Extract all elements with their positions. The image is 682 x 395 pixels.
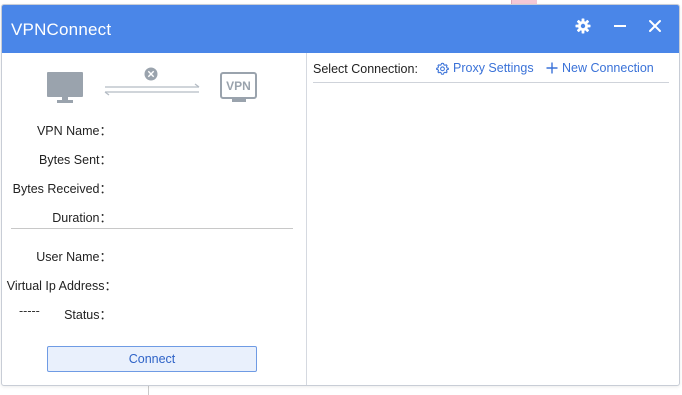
status-value: ----- — [19, 304, 40, 318]
connect-button[interactable]: Connect — [47, 346, 257, 372]
status-row: Status： ----- — [2, 304, 112, 322]
close-icon — [649, 20, 661, 32]
virtual-ip-row: Virtual Ip Address： — [2, 275, 117, 293]
select-connection-label: Select Connection: — [313, 62, 418, 76]
user-name-label: User Name： — [36, 250, 112, 264]
vpnconnect-window: VPN Connect VPN VPN Name： Bytes Sent： Byt… — [1, 4, 680, 386]
close-button[interactable] — [644, 15, 666, 37]
window-title: VPNConnect — [11, 20, 112, 39]
virtual-ip-label: Virtual Ip Address： — [6, 279, 117, 293]
connection-list[interactable] — [313, 84, 669, 375]
bytes-sent-label: Bytes Sent： — [39, 153, 112, 167]
plus-icon — [546, 62, 558, 74]
duration-label: Duration： — [52, 211, 112, 225]
gear-outline-icon — [436, 62, 449, 75]
vpn-name-row: VPN Name： — [2, 120, 112, 138]
vpn-server-icon: VPN — [220, 72, 257, 102]
minimize-icon — [614, 25, 626, 27]
new-connection-link[interactable]: New Connection — [546, 61, 654, 75]
vpn-name-label: VPN Name： — [36, 124, 112, 138]
status-panel: VPN VPN Name： Bytes Sent： Bytes Received… — [2, 53, 307, 385]
computer-icon — [47, 72, 83, 103]
gear-icon — [575, 18, 591, 34]
disconnected-icon — [144, 67, 158, 81]
bytes-sent-row: Bytes Sent： — [2, 149, 112, 167]
proxy-settings-link[interactable]: Proxy Settings — [436, 61, 534, 75]
connection-diagram: VPN — [47, 67, 257, 103]
connection-arrows — [104, 83, 200, 96]
section-divider — [11, 228, 293, 229]
connections-panel: Select Connection: Proxy Settings New Co… — [308, 53, 679, 385]
bytes-received-row: Bytes Received： — [2, 178, 112, 196]
settings-button[interactable] — [572, 15, 594, 37]
status-label: Status： — [64, 308, 112, 322]
proxy-settings-label: Proxy Settings — [453, 61, 534, 75]
minimize-button[interactable] — [609, 15, 631, 37]
new-connection-label: New Connection — [562, 61, 654, 75]
vpn-badge-label: VPN — [226, 79, 251, 93]
bytes-received-label: Bytes Received： — [12, 182, 112, 196]
user-name-row: User Name： — [2, 246, 112, 264]
title-bar[interactable]: VPNConnect — [2, 5, 679, 53]
background-divider — [148, 386, 149, 395]
connections-toolbar: Select Connection: Proxy Settings New Co… — [313, 59, 669, 83]
duration-row: Duration： — [2, 207, 112, 225]
